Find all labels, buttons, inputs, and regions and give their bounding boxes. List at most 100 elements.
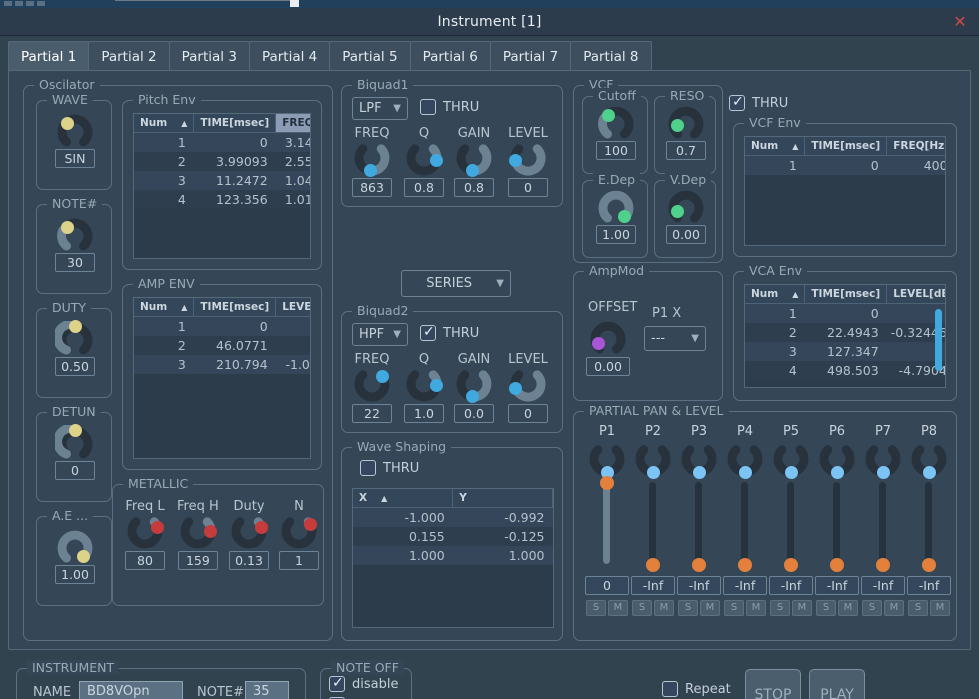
- solo-button-p6[interactable]: S: [816, 600, 836, 616]
- pan-knob-p5[interactable]: [771, 443, 811, 479]
- knob-value[interactable]: 0.0: [454, 404, 494, 423]
- level-fader-handle-p7[interactable]: [875, 558, 890, 572]
- table-row[interactable]: 246.07710: [134, 336, 310, 355]
- table-row[interactable]: 3127.3470: [745, 342, 945, 361]
- knob-value[interactable]: 80: [125, 551, 165, 570]
- tab-partial-6[interactable]: Partial 6: [409, 41, 491, 71]
- mute-button-p8[interactable]: M: [930, 600, 950, 616]
- mute-button-p1[interactable]: M: [608, 600, 628, 616]
- column-header[interactable]: FREQ[Hz]: [886, 137, 945, 156]
- vcf-env-table[interactable]: Num ▲ TIME[msec] FREQ[Hz] 1 0 400: [744, 136, 946, 246]
- column-header[interactable]: Num ▲: [134, 114, 195, 133]
- level-value-p5[interactable]: -Inf: [769, 576, 813, 595]
- cutoff-value[interactable]: 100: [596, 141, 636, 160]
- detune-value[interactable]: 0: [55, 461, 95, 480]
- metallic-duty-knob[interactable]: [229, 515, 269, 549]
- level-fader-handle-p6[interactable]: [829, 558, 844, 572]
- biquad1-thru-checkbox[interactable]: THRU: [420, 99, 479, 115]
- pan-knob-p4[interactable]: [725, 443, 765, 479]
- knob-value[interactable]: 0.8: [404, 178, 444, 197]
- detune-knob[interactable]: [55, 424, 95, 459]
- note-off-disable-checkbox[interactable]: disable: [329, 674, 398, 692]
- level-fader-track-p6[interactable]: [833, 482, 840, 564]
- level-value-p4[interactable]: -Inf: [723, 576, 767, 595]
- column-header[interactable]: X ▲: [353, 489, 454, 508]
- table-row[interactable]: 100: [745, 303, 945, 323]
- duty-knob[interactable]: [55, 320, 95, 355]
- biquad2-filter-type-select[interactable]: HPF ▼: [352, 323, 408, 346]
- level-fader-track-p4[interactable]: [741, 482, 748, 564]
- pan-knob-p6[interactable]: [817, 443, 857, 479]
- play-button[interactable]: PLAY: [809, 669, 865, 699]
- level-value-p2[interactable]: -Inf: [631, 576, 675, 595]
- level-fader-track-p5[interactable]: [787, 482, 794, 564]
- table-row[interactable]: -1.000 -0.992: [353, 507, 553, 527]
- table-row[interactable]: 222.4943-0.324464: [745, 323, 945, 342]
- pan-knob-p3[interactable]: [679, 443, 719, 479]
- wave-shaping-table[interactable]: X ▲ Y -1.000 -0.992 0.155 -0.125 1.000 1.000: [352, 488, 554, 628]
- solo-button-p3[interactable]: S: [678, 600, 698, 616]
- table-row[interactable]: 4123.3561.01388: [134, 190, 310, 209]
- metallic-n-knob[interactable]: [279, 515, 319, 549]
- table-row[interactable]: 0.155 -0.125: [353, 527, 553, 546]
- pan-knob-p2[interactable]: [633, 443, 673, 479]
- stop-button[interactable]: STOP: [745, 669, 801, 699]
- level-value-p3[interactable]: -Inf: [677, 576, 721, 595]
- close-icon[interactable]: ✕: [951, 14, 969, 32]
- level-fader-track-p3[interactable]: [695, 482, 702, 564]
- column-header[interactable]: TIME[msec]: [193, 114, 277, 133]
- knob-value[interactable]: 0: [508, 404, 548, 423]
- table-row[interactable]: 103.14055: [134, 132, 310, 152]
- table-row[interactable]: 4498.503-4.79042: [745, 361, 945, 380]
- ae-knob[interactable]: [55, 529, 95, 563]
- note-number-value[interactable]: 30: [55, 253, 95, 272]
- biquad2-q-knob[interactable]: [404, 368, 444, 402]
- level-fader-handle-p1[interactable]: [599, 476, 614, 490]
- mute-button-p5[interactable]: M: [792, 600, 812, 616]
- column-header[interactable]: TIME[msec]: [193, 298, 277, 317]
- level-value-p6[interactable]: -Inf: [815, 576, 859, 595]
- solo-button-p1[interactable]: S: [586, 600, 606, 616]
- level-fader-handle-p8[interactable]: [921, 558, 936, 572]
- mute-button-p7[interactable]: M: [884, 600, 904, 616]
- metallic-freq-l-knob[interactable]: [125, 515, 165, 549]
- table-row[interactable]: 100: [134, 316, 310, 336]
- mute-button-p6[interactable]: M: [838, 600, 858, 616]
- instrument-note-input[interactable]: 35: [245, 681, 289, 699]
- amp-env-table[interactable]: Num▲TIME[msec]LEVEL[dB]100246.077103210.…: [133, 297, 311, 459]
- pan-knob-p1[interactable]: [587, 443, 627, 479]
- wave-value[interactable]: SIN: [55, 149, 95, 168]
- mute-button-p4[interactable]: M: [746, 600, 766, 616]
- solo-button-p4[interactable]: S: [724, 600, 744, 616]
- duty-value[interactable]: 0.50: [55, 357, 95, 376]
- level-fader-handle-p5[interactable]: [783, 558, 798, 572]
- level-fader-track-p2[interactable]: [649, 482, 656, 564]
- pan-knob-p7[interactable]: [863, 443, 903, 479]
- vcf-thru-checkbox[interactable]: THRU: [729, 93, 788, 111]
- edep-knob[interactable]: [596, 189, 636, 223]
- wave-shaping-thru-checkbox[interactable]: THRU: [360, 460, 419, 476]
- knob-value[interactable]: 22: [352, 404, 392, 423]
- knob-value[interactable]: 0.8: [454, 178, 494, 197]
- tab-partial-1[interactable]: Partial 1: [8, 41, 90, 71]
- biquad2-level-knob[interactable]: [508, 368, 548, 402]
- ae-value[interactable]: 1.00: [55, 565, 95, 584]
- tab-partial-7[interactable]: Partial 7: [489, 41, 572, 71]
- knob-value[interactable]: 0: [508, 178, 548, 197]
- offset-knob[interactable]: [588, 320, 628, 354]
- tab-partial-4[interactable]: Partial 4: [248, 41, 331, 71]
- level-fader-handle-p2[interactable]: [645, 558, 660, 572]
- edep-value[interactable]: 1.00: [596, 225, 636, 244]
- solo-button-p7[interactable]: S: [862, 600, 882, 616]
- knob-value[interactable]: 159: [177, 551, 218, 570]
- biquad2-freq-knob[interactable]: [352, 368, 392, 402]
- reso-value[interactable]: 0.7: [666, 141, 706, 160]
- level-value-p8[interactable]: -Inf: [907, 576, 951, 595]
- column-header[interactable]: LEVEL[dB]: [275, 298, 310, 317]
- biquad2-gain-knob[interactable]: [454, 368, 494, 404]
- column-header[interactable]: Num ▲: [745, 285, 806, 304]
- pitch-env-table[interactable]: Num▲TIME[msec]FREQ[Hz]103.1405523.990932…: [133, 113, 311, 259]
- column-header[interactable]: TIME[msec]: [804, 285, 888, 304]
- level-fader-handle-p4[interactable]: [737, 558, 752, 572]
- solo-button-p5[interactable]: S: [770, 600, 790, 616]
